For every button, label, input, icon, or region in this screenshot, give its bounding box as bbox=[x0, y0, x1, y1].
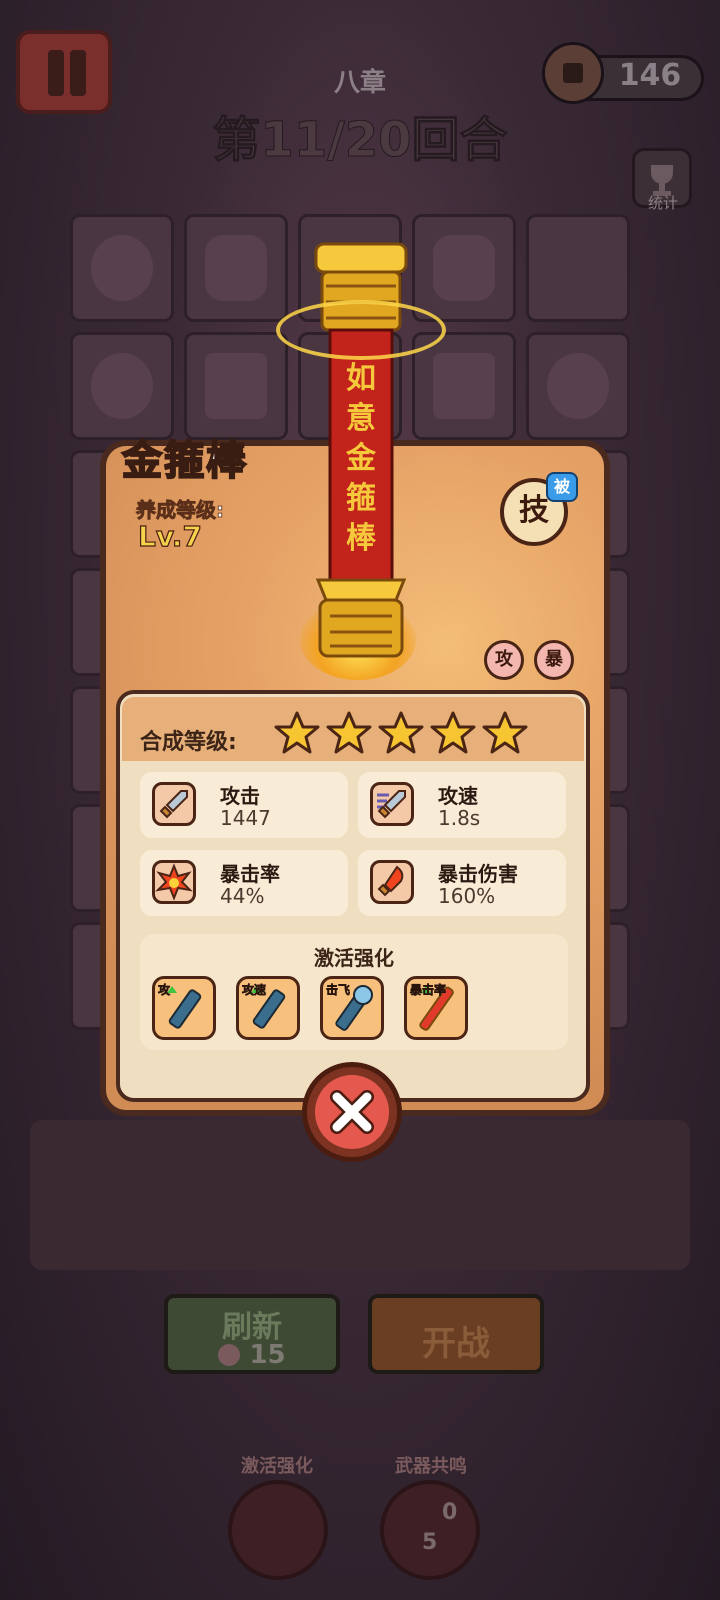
coin-value: 146 bbox=[618, 58, 682, 93]
grid-slot[interactable] bbox=[526, 332, 630, 440]
stat-name: 暴击率 bbox=[220, 862, 280, 886]
star-icon bbox=[274, 711, 320, 754]
stat-crit-rate: 暴击率 44% bbox=[140, 850, 348, 916]
star-icon bbox=[378, 711, 424, 754]
stat-attack: 攻击 1447 bbox=[140, 772, 348, 838]
resonance-total: 5 bbox=[422, 1530, 438, 1555]
enhancement-title: 激活强化 bbox=[314, 946, 394, 970]
svg-text:棒: 棒 bbox=[346, 521, 377, 556]
stat-value: 1.8s bbox=[438, 806, 481, 830]
merge-level-label: 合成等级: bbox=[140, 730, 237, 755]
star-icon bbox=[430, 711, 476, 754]
growth-level-value: Lv.7 bbox=[137, 519, 202, 553]
pause-icon bbox=[48, 50, 64, 96]
grid-slot[interactable] bbox=[184, 214, 288, 322]
grid-slot[interactable] bbox=[184, 332, 288, 440]
staff-speed-up-icon[interactable]: 攻速 bbox=[236, 976, 300, 1040]
refresh-button[interactable]: 刷新 15 bbox=[164, 1294, 340, 1374]
grid-slot[interactable] bbox=[412, 214, 516, 322]
stats-label: 统计 bbox=[647, 194, 678, 212]
svg-text:如: 如 bbox=[346, 361, 376, 396]
grid-slot[interactable] bbox=[526, 214, 630, 322]
svg-text:金: 金 bbox=[345, 441, 377, 476]
resonance-count: 0 bbox=[442, 1500, 458, 1525]
close-icon bbox=[330, 1090, 374, 1134]
staff-knockback-icon[interactable]: 击飞 bbox=[320, 976, 384, 1040]
activate-enhance-button[interactable] bbox=[228, 1480, 328, 1580]
star-icon bbox=[482, 711, 528, 754]
staff-halo-ring bbox=[276, 300, 446, 360]
enhancement-label: 攻 bbox=[158, 983, 171, 998]
crit-tag: 暴 bbox=[534, 640, 574, 680]
sword-icon bbox=[152, 782, 196, 826]
stat-name: 攻击 bbox=[220, 784, 260, 808]
weapon-name: 金箍棒 bbox=[121, 437, 248, 485]
crit-burst-icon bbox=[152, 860, 196, 904]
staff-attack-up-icon[interactable]: 攻 bbox=[152, 976, 216, 1040]
stat-attack-speed: 攻速 1.8s bbox=[358, 772, 566, 838]
pause-button[interactable] bbox=[16, 30, 112, 114]
start-battle-button[interactable]: 开战 bbox=[368, 1294, 544, 1374]
grid-slot[interactable] bbox=[70, 214, 174, 322]
star-icon bbox=[326, 711, 372, 754]
growth-level-label: 养成等级: bbox=[136, 498, 225, 523]
attack-tag: 攻 bbox=[484, 640, 524, 680]
activate-enhance-label: 激活强化 bbox=[241, 1456, 313, 1477]
stat-value: 44% bbox=[220, 884, 265, 908]
stat-value: 160% bbox=[438, 884, 496, 908]
svg-text:箍: 箍 bbox=[346, 481, 376, 516]
stat-name: 攻速 bbox=[438, 784, 478, 808]
stat-name: 暴击伤害 bbox=[438, 862, 518, 886]
enhancement-label: 暴击率 bbox=[410, 983, 447, 998]
chapter-title: 八章 bbox=[333, 68, 386, 98]
round-counter: 第11/20回合 bbox=[212, 112, 508, 169]
stat-crit-damage: 暴击伤害 160% bbox=[358, 850, 566, 916]
copper-coin-icon bbox=[542, 42, 604, 104]
golden-staff-crit-up-icon[interactable]: 暴击率 bbox=[404, 976, 468, 1040]
flame-sword-icon bbox=[370, 860, 414, 904]
sword-speed-icon bbox=[370, 782, 414, 826]
enhancement-label: 击飞 bbox=[326, 983, 351, 998]
passive-tag: 被 bbox=[546, 472, 578, 502]
coin-icon bbox=[218, 1344, 241, 1366]
stat-value: 1447 bbox=[220, 806, 271, 830]
close-button[interactable] bbox=[302, 1062, 402, 1162]
weapon-resonance-label: 武器共鸣 bbox=[395, 1456, 467, 1477]
grid-slot[interactable] bbox=[70, 332, 174, 440]
start-battle-label: 开战 bbox=[422, 1324, 490, 1364]
enhancement-label: 攻速 bbox=[242, 983, 267, 998]
refresh-cost: 15 bbox=[249, 1340, 286, 1370]
svg-text:意: 意 bbox=[346, 401, 376, 436]
